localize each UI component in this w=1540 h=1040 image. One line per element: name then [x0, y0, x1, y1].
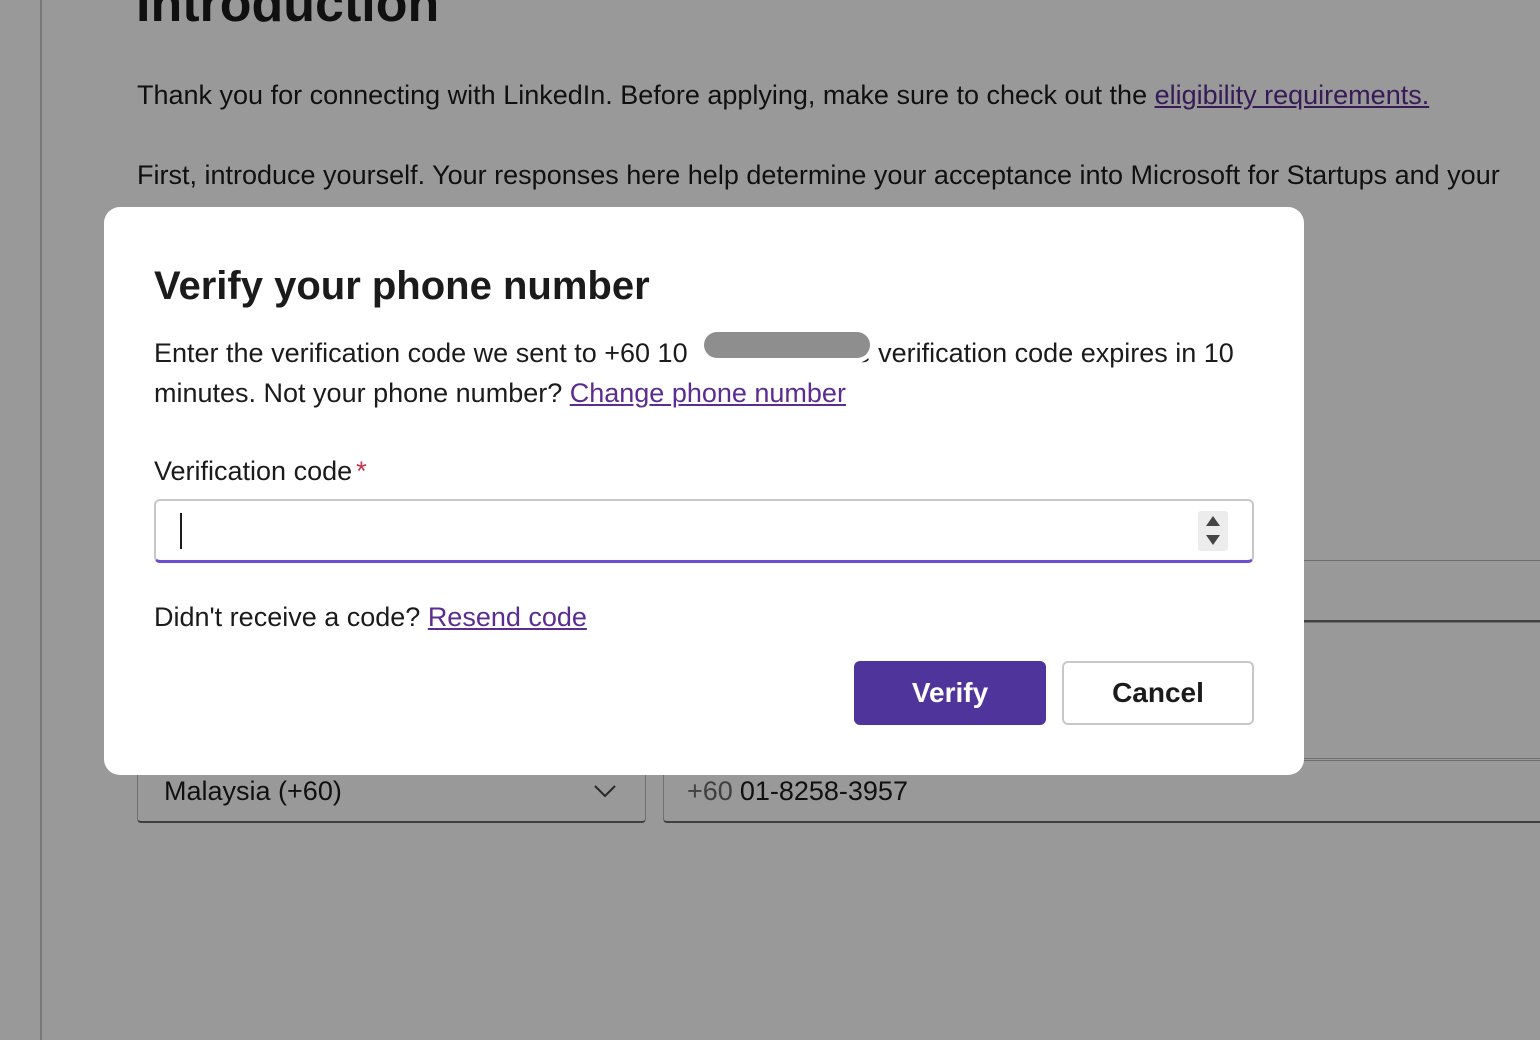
redaction-bar	[704, 332, 870, 358]
resend-prompt: Didn't receive a code?	[154, 602, 428, 632]
dialog-description: Enter the verification code we sent to +…	[154, 327, 1254, 413]
required-indicator: *	[356, 456, 367, 486]
verification-code-label: Verification code *	[154, 453, 1254, 489]
desc-part1: Enter the verification code we sent to +…	[154, 338, 688, 368]
text-caret	[180, 513, 182, 549]
dialog-actions: Verify Cancel	[854, 661, 1254, 725]
field-label-text: Verification code	[154, 456, 353, 486]
dialog-title: Verify your phone number	[154, 264, 650, 308]
application-page: Introduction Thank you for connecting wi…	[0, 0, 1540, 1040]
resend-row: Didn't receive a code? Resend code	[154, 599, 1254, 635]
redaction-mark	[700, 327, 874, 363]
change-phone-link[interactable]: Change phone number	[570, 378, 846, 408]
verification-code-field[interactable]	[154, 499, 1254, 563]
verify-button[interactable]: Verify	[854, 661, 1046, 725]
cancel-button[interactable]: Cancel	[1062, 661, 1254, 725]
verify-phone-dialog: Verify your phone number Enter the verif…	[104, 207, 1304, 775]
number-stepper[interactable]	[1198, 511, 1228, 551]
resend-code-link[interactable]: Resend code	[428, 602, 587, 632]
caret-down-icon[interactable]	[1206, 535, 1220, 545]
caret-up-icon[interactable]	[1206, 516, 1220, 526]
verification-code-input[interactable]	[156, 501, 1176, 559]
